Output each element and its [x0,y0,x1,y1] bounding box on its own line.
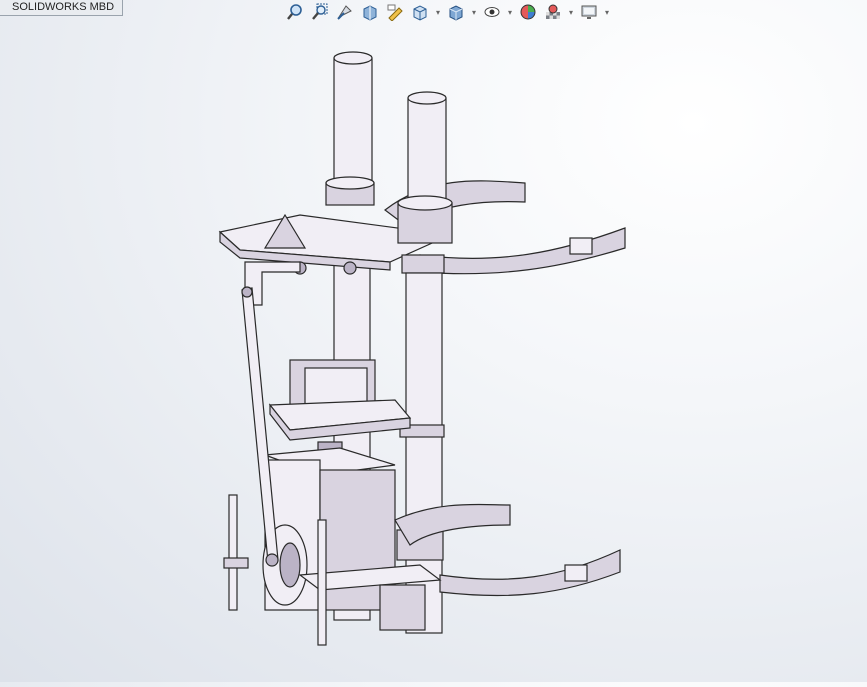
chevron-down-icon[interactable]: ▾ [434,1,442,23]
previous-view-icon[interactable] [334,1,356,23]
heads-up-view-toolbar: ▾ ▾ ▾ ▾ ▾ [284,0,611,24]
dynamic-annotation-views-icon[interactable] [384,1,406,23]
zoom-to-area-icon[interactable] [309,1,331,23]
apply-scene-icon[interactable] [542,1,564,23]
display-style-icon[interactable] [445,1,467,23]
edit-appearance-icon[interactable] [517,1,539,23]
mbd-tab[interactable]: SOLIDWORKS MBD [0,0,124,16]
chevron-down-icon[interactable]: ▾ [603,1,611,23]
chevron-down-icon[interactable]: ▾ [506,1,514,23]
view-orientation-icon[interactable] [409,1,431,23]
chevron-down-icon[interactable]: ▾ [567,1,575,23]
section-view-icon[interactable] [359,1,381,23]
view-settings-icon[interactable] [578,1,600,23]
hide-show-items-icon[interactable] [481,1,503,23]
chevron-down-icon[interactable]: ▾ [470,1,478,23]
front-column [396,91,453,634]
graphics-area[interactable] [0,24,867,682]
cad-assembly-model [218,51,626,646]
zoom-to-fit-icon[interactable] [284,1,306,23]
